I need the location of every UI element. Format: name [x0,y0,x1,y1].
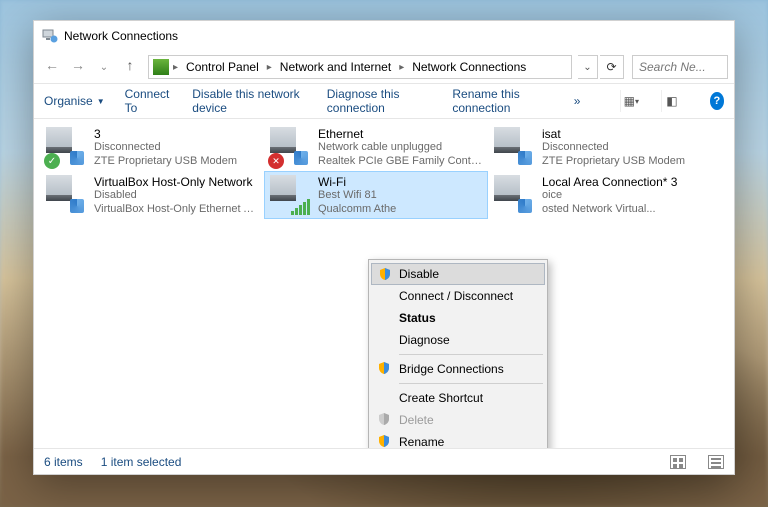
context-menu: Disable Connect / Disconnect Status Diag… [368,259,548,448]
connect-to-button[interactable]: Connect To [125,87,173,115]
connection-name: isat [542,127,685,140]
chevron-right-icon: ▸ [173,62,178,73]
menu-item-create-shortcut[interactable]: Create Shortcut [371,387,545,409]
selection-count: 1 item selected [101,455,182,469]
menu-item-rename[interactable]: Rename [371,431,545,448]
menu-item-delete: Delete [371,409,545,431]
address-history-dropdown[interactable]: ⌄ [578,55,598,79]
crumb-network-connections[interactable]: Network Connections [408,60,530,74]
menu-separator [399,354,543,355]
connection-name: Local Area Connection* 3 [542,175,677,188]
menu-item-connect-disconnect[interactable]: Connect / Disconnect [371,285,545,307]
maximize-button[interactable]:  [642,21,688,51]
connection-item[interactable]: EthernetNetwork cable unpluggedRealtek P… [264,123,488,171]
breadcrumb[interactable]: ▸ Control Panel ▸ Network and Internet ▸… [148,55,572,79]
tiles-view-button[interactable] [670,455,686,469]
connection-device: osted Network Virtual... [542,202,677,215]
connection-device: ZTE Proprietary USB Modem [542,154,685,167]
connection-item[interactable]: VirtualBox Host-Only NetworkDisabledVirt… [40,171,264,219]
menu-item-diagnose[interactable]: Diagnose [371,329,545,351]
network-adapter-icon [494,175,534,215]
rename-button[interactable]: Rename this connection [452,87,553,115]
search-placeholder: Search Ne... [639,60,706,74]
menu-item-status[interactable]: Status [371,307,545,329]
connections-grid: 3DisconnectedZTE Proprietary USB ModemEt… [34,119,734,223]
network-adapter-icon [46,175,86,215]
connection-device: ZTE Proprietary USB Modem [94,154,237,167]
connection-status: oice [542,188,677,201]
overflow-button[interactable]: » [574,94,581,108]
network-connections-window: Network Connections    ← → ⌄ ↑ ▸ Cont… [33,20,735,475]
item-count: 6 items [44,455,83,469]
command-bar: Organise▼ Connect To Disable this networ… [34,83,734,119]
error-badge-icon [268,153,284,169]
shield-icon [377,412,391,426]
connection-status: Best Wifi 81 [318,188,396,201]
control-panel-icon [153,59,169,75]
close-button[interactable]:  [688,21,734,51]
help-button[interactable]: ? [710,92,724,110]
title-bar: Network Connections    [34,21,734,51]
recent-locations[interactable]: ⌄ [92,55,116,79]
menu-item-disable[interactable]: Disable [371,263,545,285]
content-area[interactable]: 3DisconnectedZTE Proprietary USB ModemEt… [34,119,734,448]
window-title: Network Connections [64,29,596,43]
network-adapter-icon [46,127,86,167]
connection-device: VirtualBox Host-Only Ethernet Ad... [94,202,258,215]
connection-name: Wi-Fi [318,175,396,188]
up-button[interactable]: ↑ [118,55,142,79]
crumb-control-panel[interactable]: Control Panel [182,60,263,74]
connection-item[interactable]: 3DisconnectedZTE Proprietary USB Modem [40,123,264,171]
chevron-right-icon: ▸ [267,62,272,73]
refresh-button[interactable]: ⟳ [600,55,624,79]
connection-name: Ethernet [318,127,482,140]
connection-item[interactable]: Local Area Connection* 3oiceosted Networ… [488,171,712,219]
chevron-right-icon: ▸ [399,62,404,73]
network-connections-icon [42,28,58,44]
organise-menu[interactable]: Organise▼ [44,94,105,108]
connection-device: Qualcomm Athe [318,202,396,215]
crumb-network-internet[interactable]: Network and Internet [276,60,395,74]
connection-item[interactable]: isatDisconnectedZTE Proprietary USB Mode… [488,123,712,171]
connection-status: Disconnected [94,140,237,153]
shield-icon [377,434,391,448]
connection-status: Disconnected [542,140,685,153]
view-menu[interactable]: ▦▾ [620,90,641,112]
status-bar: 6 items 1 item selected [34,448,734,474]
search-input[interactable]: Search Ne... [632,55,728,79]
connection-name: VirtualBox Host-Only Network [94,175,258,188]
signal-strength-icon [291,199,310,215]
diagnose-button[interactable]: Diagnose this connection [327,87,433,115]
preview-pane-toggle[interactable]: ◧ [661,90,682,112]
details-view-button[interactable] [708,455,724,469]
address-bar-row: ← → ⌄ ↑ ▸ Control Panel ▸ Network and In… [34,51,734,83]
menu-separator [399,383,543,384]
shield-icon [378,267,392,281]
disable-device-button[interactable]: Disable this network device [192,87,307,115]
connection-status: Network cable unplugged [318,140,482,153]
back-button[interactable]: ← [40,55,64,79]
forward-button[interactable]: → [66,55,90,79]
wifi-adapter-icon [270,175,310,215]
network-adapter-icon [270,127,310,167]
menu-item-bridge[interactable]: Bridge Connections [371,358,545,380]
ok-badge-icon [44,153,60,169]
connection-status: Disabled [94,188,258,201]
connection-name: 3 [94,127,237,140]
network-adapter-icon [494,127,534,167]
connection-item[interactable]: Wi-FiBest Wifi 81Qualcomm Athe [264,171,488,219]
minimize-button[interactable]:  [596,21,642,51]
shield-icon [377,361,391,375]
connection-device: Realtek PCIe GBE Family Controller [318,154,482,167]
chevron-down-icon: ▼ [97,97,105,106]
